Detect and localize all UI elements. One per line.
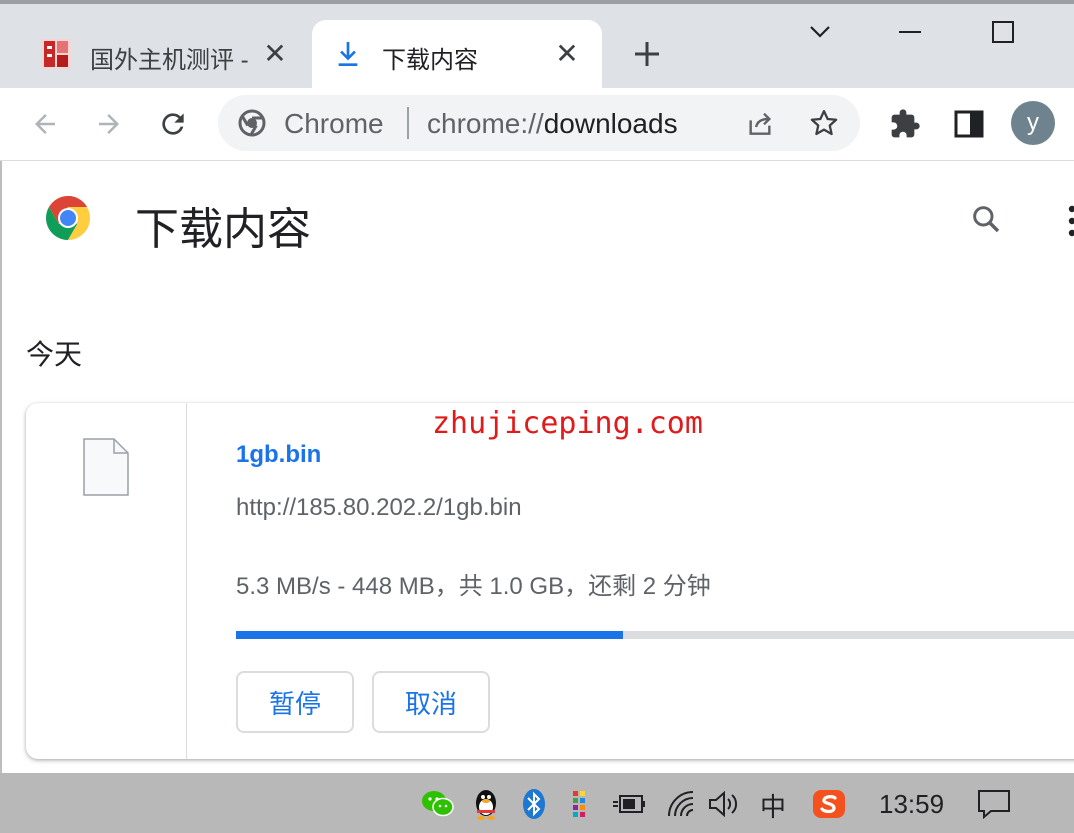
volume-icon[interactable] [707, 787, 741, 821]
chrome-logo-icon [44, 194, 92, 242]
download-icon [332, 38, 364, 70]
download-progress-fill [236, 631, 624, 639]
share-icon[interactable] [744, 107, 776, 139]
download-status-text: 5.3 MB/s - 448 MB，共 1.0 GB，还剩 2 分钟 [236, 573, 711, 600]
date-section-heading: 今天 [26, 339, 83, 370]
forward-arrow-icon[interactable] [87, 102, 131, 146]
maximize-icon[interactable] [973, 10, 1033, 54]
url-scheme: chrome:// [427, 108, 544, 139]
tab-downloads[interactable]: 下载内容 ✕ [312, 20, 602, 88]
chrome-page-icon [238, 109, 266, 137]
tab-close-icon[interactable]: ✕ [260, 38, 290, 69]
reload-icon[interactable] [151, 102, 195, 146]
pause-button[interactable]: 暂停 [236, 671, 354, 733]
cancel-button[interactable]: 取消 [372, 671, 490, 733]
wechat-icon[interactable] [421, 787, 455, 821]
tab-inactive[interactable]: 国外主机测评 - ✕ [20, 20, 310, 88]
tab-strip: 国外主机测评 - ✕ 下载内容 ✕ [0, 0, 1074, 88]
wifi-icon[interactable] [664, 787, 698, 821]
site-watermark: zhujiceping.com [432, 406, 703, 441]
browser-toolbar: Chrome chrome://downloads y [0, 88, 1074, 161]
color-grid-app-icon[interactable] [565, 787, 599, 821]
omnibox-chip: Chrome [284, 108, 384, 139]
tab-title: 国外主机测评 - [90, 47, 249, 74]
download-progress-bar [236, 631, 1074, 639]
battery-charging-icon[interactable] [612, 787, 646, 821]
bluetooth-icon[interactable] [517, 787, 551, 821]
download-item-card: 1gb.bin http://185.80.202.2/1gb.bin 5.3 … [26, 403, 1074, 759]
downloads-page: 下载内容 今天 1gb.bin http://185.80.202.2/1gb.… [0, 161, 1074, 773]
omnibox-divider [407, 107, 409, 139]
minimize-icon[interactable] [880, 10, 940, 54]
window-left-edge [0, 161, 2, 773]
qq-penguin-icon[interactable] [469, 787, 503, 821]
back-arrow-icon[interactable] [23, 102, 67, 146]
url-host: downloads [543, 108, 678, 139]
file-source-url[interactable]: http://185.80.202.2/1gb.bin [236, 494, 522, 522]
tab-title: 下载内容 [382, 47, 478, 74]
file-icon [82, 437, 130, 497]
window-top-edge [0, 0, 1074, 4]
page-title: 下载内容 [135, 205, 311, 254]
tab-search-chevron-down-icon[interactable] [790, 10, 850, 54]
file-name-link[interactable]: 1gb.bin [236, 441, 321, 469]
sogou-ime-icon[interactable] [812, 787, 846, 821]
bookmark-star-icon[interactable] [808, 107, 840, 139]
profile-avatar[interactable]: y [1011, 101, 1055, 145]
card-divider [186, 403, 187, 759]
extensions-puzzle-icon[interactable] [885, 104, 925, 144]
site-favicon-icon [40, 38, 72, 70]
notification-icon[interactable] [977, 787, 1011, 821]
new-tab-plus-icon[interactable] [625, 36, 669, 72]
profile-initial: y [1027, 109, 1039, 136]
omnibox-url[interactable]: chrome://downloads [427, 108, 678, 140]
more-menu-icon[interactable] [1060, 203, 1074, 239]
input-method-indicator[interactable]: 中 [760, 787, 786, 824]
system-taskbar: 中 13:59 [0, 773, 1074, 833]
address-bar[interactable]: Chrome chrome://downloads [218, 95, 860, 151]
tab-close-icon[interactable]: ✕ [552, 38, 582, 69]
search-icon[interactable] [964, 197, 1008, 241]
side-panel-icon[interactable] [949, 104, 989, 144]
taskbar-clock[interactable]: 13:59 [879, 789, 944, 820]
